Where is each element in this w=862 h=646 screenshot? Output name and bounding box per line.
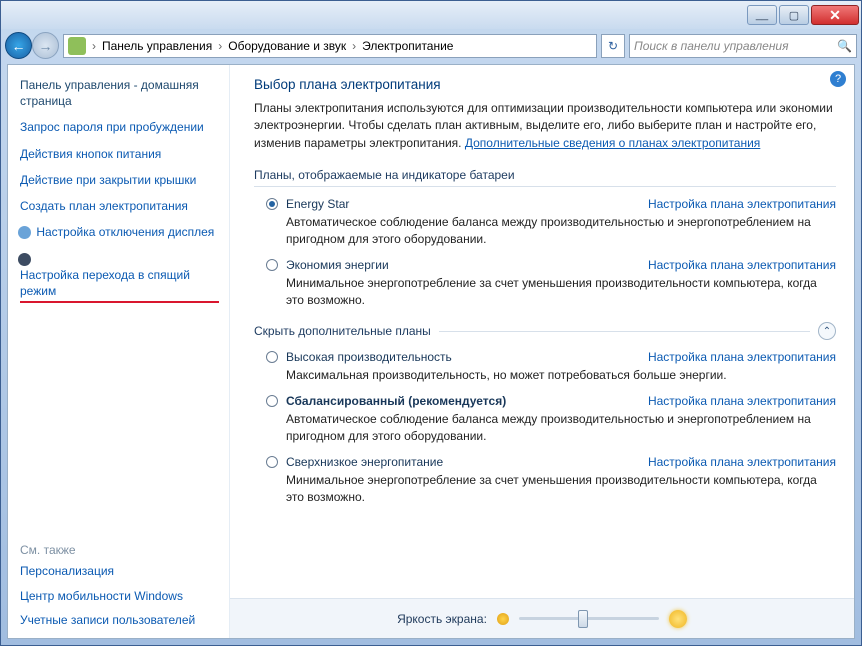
plan-settings-link[interactable]: Настройка плана электропитания — [648, 394, 836, 408]
collapse-header-extra-plans[interactable]: Скрыть дополнительные планы ⌃ — [254, 322, 836, 340]
page-title: Выбор плана электропитания — [254, 77, 836, 92]
plan-name: Высокая производительность — [286, 350, 452, 364]
sidebar-item-sleep-settings[interactable]: Настройка перехода в спящий режим — [20, 250, 219, 303]
brightness-label: Яркость экрана: — [397, 612, 487, 626]
monitor-icon — [18, 226, 31, 239]
intro-more-link[interactable]: Дополнительные сведения о планах электро… — [465, 136, 760, 150]
plan-settings-link[interactable]: Настройка плана электропитания — [648, 455, 836, 469]
plan-description: Минимальное энергопотребление за счет ум… — [286, 275, 836, 309]
plan-radio[interactable] — [266, 456, 278, 468]
nav-row: ← → › Панель управления › Оборудование и… — [1, 29, 861, 62]
help-icon[interactable]: ? — [830, 71, 846, 87]
power-plan: Высокая производительность Настройка пла… — [266, 350, 836, 384]
sidebar-see-also: См. также Персонализация Центр мобильнос… — [20, 543, 219, 628]
sidebar-item-label: Настройка отключения дисплея — [36, 225, 214, 239]
sidebar-link-mobility-center[interactable]: Центр мобильности Windows — [20, 588, 219, 604]
main-pane: ? Выбор плана электропитания Планы элект… — [230, 65, 854, 638]
power-plan: Экономия энергии Настройка плана электро… — [266, 258, 836, 309]
plan-settings-link[interactable]: Настройка плана электропитания — [648, 197, 836, 211]
chevron-right-icon: › — [92, 39, 96, 53]
brightness-high-icon — [669, 610, 687, 628]
brightness-thumb[interactable] — [578, 610, 588, 628]
plan-radio[interactable] — [266, 198, 278, 210]
search-input[interactable]: Поиск в панели управления 🔍 — [629, 34, 857, 58]
chevron-right-icon: › — [218, 39, 222, 53]
sidebar: Панель управления - домашняя страница За… — [8, 65, 230, 638]
breadcrumb-item[interactable]: Оборудование и звук — [226, 39, 348, 53]
brightness-low-icon — [497, 613, 509, 625]
plan-name: Сбалансированный (рекомендуется) — [286, 394, 506, 408]
section-heading-battery-plans: Планы, отображаемые на индикаторе батаре… — [254, 168, 836, 187]
power-plan: Сверхнизкое энергопитание Настройка план… — [266, 455, 836, 506]
sidebar-home-link[interactable]: Панель управления - домашняя страница — [20, 77, 219, 109]
power-plan: Energy Star Настройка плана электропитан… — [266, 197, 836, 248]
window-frame: __ ▢ ✕ ← → › Панель управления › Оборудо… — [0, 0, 862, 646]
nav-arrows: ← → — [5, 32, 59, 59]
sidebar-item-create-plan[interactable]: Создать план электропитания — [20, 198, 219, 214]
brightness-slider[interactable] — [519, 617, 659, 620]
divider — [439, 331, 810, 332]
moon-icon — [18, 253, 31, 266]
maximize-button[interactable]: ▢ — [779, 5, 809, 25]
breadcrumb-item[interactable]: Электропитание — [360, 39, 455, 53]
sidebar-link-personalization[interactable]: Персонализация — [20, 563, 219, 579]
chevron-up-icon[interactable]: ⌃ — [818, 322, 836, 340]
back-button[interactable]: ← — [5, 32, 32, 59]
plan-description: Максимальная производительность, но може… — [286, 367, 836, 384]
sidebar-link-user-accounts[interactable]: Учетные записи пользователей — [20, 612, 219, 628]
breadcrumb[interactable]: › Панель управления › Оборудование и зву… — [63, 34, 597, 58]
plan-radio[interactable] — [266, 395, 278, 407]
sidebar-item-button-actions[interactable]: Действия кнопок питания — [20, 146, 219, 162]
collapse-label: Скрыть дополнительные планы — [254, 324, 431, 338]
forward-button[interactable]: → — [32, 32, 59, 59]
plan-settings-link[interactable]: Настройка плана электропитания — [648, 350, 836, 364]
see-also-label: См. также — [20, 543, 219, 557]
search-placeholder: Поиск в панели управления — [634, 39, 789, 53]
plan-description: Автоматическое соблюдение баланса между … — [286, 214, 836, 248]
plan-description: Автоматическое соблюдение баланса между … — [286, 411, 836, 445]
sidebar-item-label: Настройка перехода в спящий режим — [20, 267, 219, 303]
power-plan: Сбалансированный (рекомендуется) Настрой… — [266, 394, 836, 445]
titlebar: __ ▢ ✕ — [1, 1, 861, 29]
sidebar-item-display-off[interactable]: Настройка отключения дисплея — [20, 224, 219, 240]
plan-description: Минимальное энергопотребление за счет ум… — [286, 472, 836, 506]
brightness-bar: Яркость экрана: — [230, 598, 854, 638]
plan-name: Сверхнизкое энергопитание — [286, 455, 443, 469]
chevron-right-icon: › — [352, 39, 356, 53]
plan-radio[interactable] — [266, 351, 278, 363]
sidebar-item-lid-action[interactable]: Действие при закрытии крышки — [20, 172, 219, 188]
plan-name: Energy Star — [286, 197, 349, 211]
breadcrumb-item[interactable]: Панель управления — [100, 39, 214, 53]
refresh-button[interactable]: ↻ — [601, 34, 625, 58]
plan-name: Экономия энергии — [286, 258, 389, 272]
plan-radio[interactable] — [266, 259, 278, 271]
control-panel-icon — [68, 37, 86, 55]
minimize-button[interactable]: __ — [747, 5, 777, 25]
search-icon: 🔍 — [837, 39, 852, 53]
close-button[interactable]: ✕ — [811, 5, 859, 25]
content-frame: Панель управления - домашняя страница За… — [7, 64, 855, 639]
plan-settings-link[interactable]: Настройка плана электропитания — [648, 258, 836, 272]
sidebar-item-request-password[interactable]: Запрос пароля при пробуждении — [20, 119, 219, 135]
intro-paragraph: Планы электропитания используются для оп… — [254, 100, 836, 152]
